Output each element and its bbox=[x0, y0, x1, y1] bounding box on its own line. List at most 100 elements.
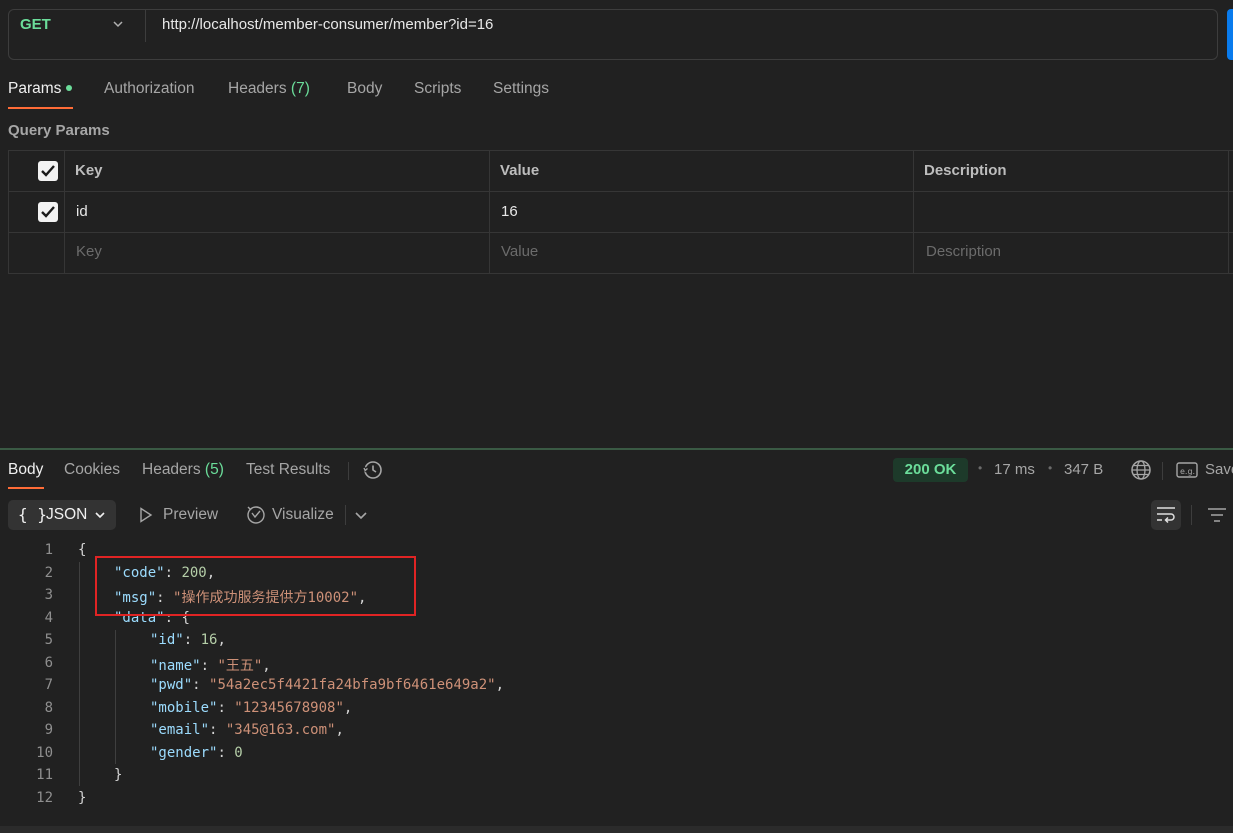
visualize-icon[interactable] bbox=[245, 504, 267, 530]
column-header-key: Key bbox=[75, 162, 103, 179]
col-divider bbox=[64, 150, 65, 274]
tab-headers[interactable]: Headers (7) bbox=[228, 80, 310, 98]
method-select[interactable]: GET bbox=[20, 16, 51, 33]
code-line: "mobile": "12345678908", bbox=[150, 700, 353, 716]
code-line: { bbox=[78, 542, 86, 558]
code-line: } bbox=[78, 790, 86, 806]
row-divider bbox=[8, 191, 1233, 192]
line-number: 7 bbox=[44, 677, 53, 693]
param-key-cell[interactable]: id bbox=[76, 203, 88, 220]
json-comma: , bbox=[343, 700, 353, 716]
json-key: "email" bbox=[150, 722, 210, 738]
code-line: "pwd": "54a2ec5f4421fa24bfa9bf6461e649a2… bbox=[150, 677, 505, 693]
tab-params-label: Params bbox=[8, 80, 62, 97]
json-braces-icon: { } bbox=[18, 505, 47, 524]
tab-settings[interactable]: Settings bbox=[493, 80, 549, 98]
globe-icon[interactable] bbox=[1130, 459, 1152, 485]
toolbar-separator bbox=[345, 505, 346, 525]
new-description-input[interactable]: Description bbox=[926, 243, 1001, 260]
query-params-title: Query Params bbox=[8, 122, 110, 139]
tab-scripts[interactable]: Scripts bbox=[414, 80, 461, 98]
json-key: "id" bbox=[150, 632, 184, 648]
json-key: "gender" bbox=[150, 745, 218, 761]
svg-text:e.g.: e.g. bbox=[1180, 467, 1195, 476]
format-select-label: JSON bbox=[46, 506, 88, 523]
row-divider bbox=[8, 232, 1233, 233]
history-icon[interactable] bbox=[362, 459, 384, 485]
json-string: "54a2ec5f4421fa24bfa9bf6461e649a2" bbox=[209, 677, 496, 693]
word-wrap-button[interactable] bbox=[1151, 500, 1181, 530]
json-comma: , bbox=[217, 632, 226, 648]
response-tab-cookies[interactable]: Cookies bbox=[64, 461, 120, 479]
status-badge[interactable]: 200 OK bbox=[893, 458, 968, 482]
save-response-button[interactable]: Save bbox=[1205, 461, 1233, 478]
response-tab-headers-label: Headers bbox=[142, 461, 201, 478]
meta-separator: • bbox=[978, 461, 983, 475]
line-number: 4 bbox=[44, 610, 53, 626]
code-line: "gender": 0 bbox=[150, 745, 243, 761]
chevron-down-icon[interactable] bbox=[112, 17, 124, 34]
json-comma: , bbox=[262, 658, 271, 674]
status-bar bbox=[0, 826, 1233, 833]
line-number: 10 bbox=[36, 745, 53, 761]
chevron-down-icon[interactable] bbox=[354, 509, 368, 526]
play-icon[interactable] bbox=[139, 507, 153, 527]
response-headers-count: (5) bbox=[204, 461, 224, 478]
send-button[interactable] bbox=[1227, 9, 1233, 60]
col-divider bbox=[489, 150, 490, 274]
json-comma: , bbox=[495, 677, 505, 693]
response-tab-headers[interactable]: Headers (5) bbox=[142, 461, 224, 479]
new-key-input[interactable]: Key bbox=[76, 243, 102, 260]
tab-headers-label: Headers bbox=[228, 80, 287, 97]
headers-count: (7) bbox=[290, 80, 310, 97]
json-brace: } bbox=[114, 767, 123, 783]
chevron-down-icon bbox=[94, 508, 106, 525]
line-number: 12 bbox=[36, 790, 53, 806]
json-key: "pwd" bbox=[150, 677, 193, 693]
wrap-lines-icon bbox=[1156, 506, 1176, 528]
active-response-tab-underline bbox=[8, 487, 44, 489]
json-brace: { bbox=[78, 542, 87, 558]
json-string: "王五" bbox=[217, 658, 263, 674]
row-checkbox[interactable] bbox=[38, 202, 58, 222]
tab-authorization[interactable]: Authorization bbox=[104, 80, 194, 98]
response-time[interactable]: 17 ms bbox=[994, 461, 1035, 478]
preview-button[interactable]: Preview bbox=[163, 506, 218, 524]
param-value-cell[interactable]: 16 bbox=[501, 203, 518, 220]
code-line: } bbox=[114, 767, 122, 783]
line-number: 6 bbox=[44, 655, 53, 671]
params-table bbox=[8, 150, 1233, 274]
filter-icon[interactable] bbox=[1207, 506, 1227, 528]
column-header-value: Value bbox=[500, 162, 540, 179]
line-number: 1 bbox=[44, 542, 53, 558]
new-value-input[interactable]: Value bbox=[501, 243, 538, 260]
tab-body[interactable]: Body bbox=[347, 80, 382, 98]
code-line: "id": 16, bbox=[150, 632, 226, 648]
pane-divider[interactable] bbox=[0, 448, 1233, 450]
highlight-box bbox=[95, 556, 416, 616]
toolbar-separator bbox=[1191, 505, 1192, 525]
line-number: 3 bbox=[44, 587, 53, 603]
visualize-button[interactable]: Visualize bbox=[272, 506, 334, 524]
column-header-description: Description bbox=[924, 162, 1007, 179]
line-number: 2 bbox=[44, 565, 53, 581]
code-line: "name": "王五", bbox=[150, 658, 271, 674]
response-tab-test-results[interactable]: Test Results bbox=[246, 461, 330, 479]
meta-separator: • bbox=[1048, 461, 1053, 475]
response-tab-body[interactable]: Body bbox=[8, 461, 43, 479]
line-number: 9 bbox=[44, 722, 53, 738]
indent-guide bbox=[79, 562, 80, 786]
json-number: 0 bbox=[234, 745, 243, 761]
toolbar-separator bbox=[348, 462, 349, 480]
format-select[interactable]: { } JSON bbox=[8, 500, 116, 530]
indent-guide bbox=[115, 630, 116, 764]
tab-params[interactable]: Params bbox=[8, 80, 73, 98]
toolbar-separator bbox=[1162, 462, 1163, 480]
col-divider bbox=[1228, 150, 1229, 274]
json-string: "12345678908" bbox=[234, 700, 344, 716]
response-size[interactable]: 347 B bbox=[1064, 461, 1103, 478]
url-input[interactable]: http://localhost/member-consumer/member?… bbox=[162, 16, 493, 33]
save-example-icon[interactable]: e.g. bbox=[1176, 461, 1198, 483]
select-all-checkbox[interactable] bbox=[38, 161, 58, 181]
json-key: "name" bbox=[150, 658, 201, 674]
